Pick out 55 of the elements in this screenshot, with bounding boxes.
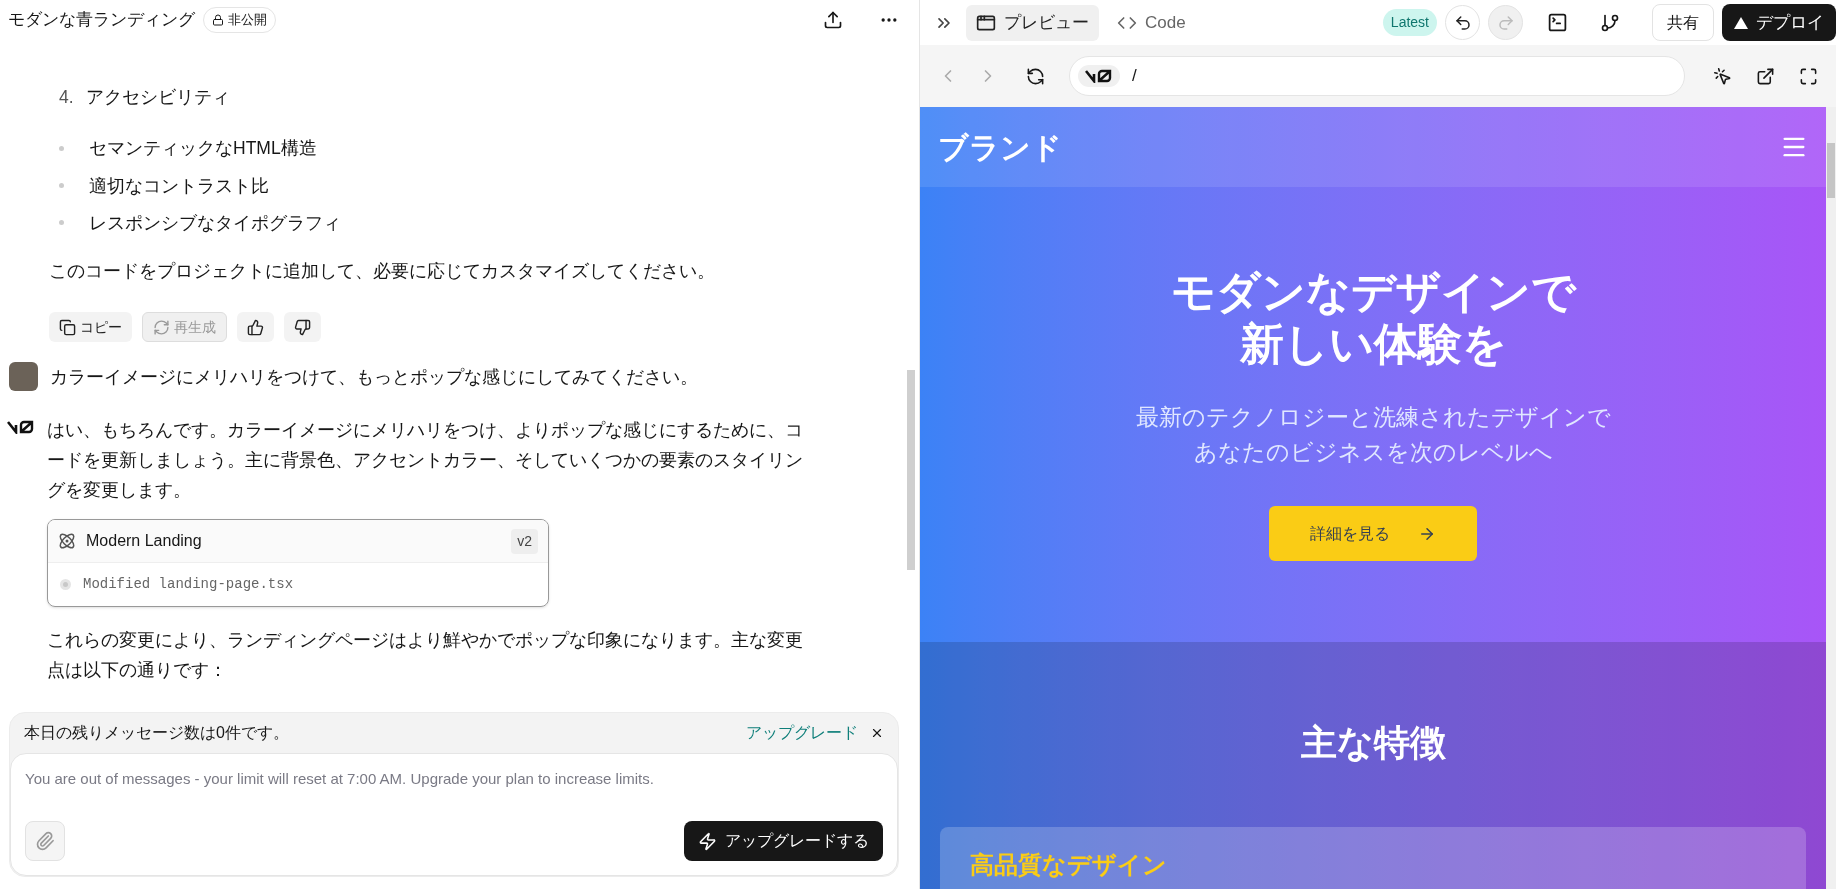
close-icon[interactable] [870, 726, 884, 740]
attach-button[interactable] [25, 821, 65, 861]
assistant-message: はい、もちろんです。カラーイメージにメリハリをつけ、よりポップな感じにするために、コードを更新しましょう。主に背景色、アクセントカラー、そしていくつかの要素のスタイリングを変更します。 [47, 419, 804, 503]
bullet-text: 適切なコントラスト比 [89, 174, 269, 198]
list-item-text: アクセシビリティ [85, 86, 230, 109]
upgrade-button[interactable]: アップグレードする [684, 821, 883, 861]
v0-logo-icon [1085, 69, 1113, 83]
upgrade-link[interactable]: アップグレード [746, 721, 858, 745]
bullet-icon [59, 183, 64, 189]
lock-icon [212, 14, 224, 26]
address-bar[interactable]: / [1069, 56, 1685, 96]
thumbs-up-button[interactable] [237, 312, 274, 343]
bullet-text: セマンティックなHTML構造 [89, 137, 317, 161]
message-input[interactable]: You are out of messages - your limit will reset at 7:00 AM. Upgrade your plan to increase limits. アップグレードする [10, 753, 898, 876]
thumbs-up-icon [247, 318, 264, 336]
scrollbar-thumb[interactable] [1827, 143, 1835, 198]
redo-icon [1496, 13, 1515, 32]
feature-title: 高品質なデザイン [970, 851, 1167, 878]
paperclip-icon [35, 831, 55, 851]
features-heading: 主な特徴 [1300, 721, 1446, 765]
scrollbar-thumb[interactable] [907, 370, 915, 570]
message-paragraph: このコードをプロジェクトに追加して、必要に応じてカスタマイズしてください。 [49, 260, 716, 283]
thumbs-down-icon [294, 318, 311, 336]
triangle-icon [1734, 16, 1748, 29]
share-button[interactable]: 共有 [1652, 4, 1714, 41]
view-tab[interactable]: プレビュー [966, 4, 1099, 41]
url-path: / [1132, 65, 1137, 88]
assistant-followup: これらの変更により、ランディングページはより鮮やかでポップな印象になります。主な変更点は以下の通りです： [47, 629, 804, 683]
refresh-icon [153, 318, 170, 336]
hero-subtitle: 最新のテクノロジーと洗練されたデザインで あなたのビジネスを次のレベルへ [1135, 403, 1611, 467]
bullet-icon [59, 145, 64, 151]
copy-icon [59, 318, 76, 336]
latest-badge: Latest [1382, 9, 1437, 36]
deploy-button[interactable]: デプロイ [1722, 4, 1836, 41]
thumbs-down-button[interactable] [284, 312, 321, 343]
view-tab[interactable]: Code [1107, 4, 1196, 41]
artifact-card[interactable]: Modern Landing v2 Modified landing-page.tsx [47, 519, 549, 608]
user-avatar [9, 362, 38, 392]
bullet-icon [59, 220, 64, 226]
hero-heading: モダンなデザインで 新しい体験を [1170, 266, 1576, 370]
list-number: 4. [59, 86, 74, 109]
details-button[interactable]: 詳細を見る [1269, 506, 1477, 561]
undo-icon [1453, 13, 1472, 32]
user-message: カラーイメージにメリハリをつけて、もっとポップな感じにしてみてください。 [50, 365, 698, 389]
lightning-icon [698, 831, 717, 851]
react-atom-icon [58, 532, 76, 551]
artifact-status: Modified landing-page.tsx [83, 575, 294, 595]
bullet-text: レスポンシブなタイポグラフィ [89, 211, 341, 235]
limit-notice: 本日の残りメッセージ数は0件です。 [24, 723, 289, 743]
copy-button[interactable]: コピー [49, 312, 132, 343]
artifact-title: Modern Landing [86, 531, 202, 552]
chat-title: モダンな青ランディング [8, 9, 195, 32]
v0-logo-icon [7, 420, 35, 435]
version-tag: v2 [511, 528, 538, 554]
brand-logo: ブランド [938, 129, 1062, 166]
